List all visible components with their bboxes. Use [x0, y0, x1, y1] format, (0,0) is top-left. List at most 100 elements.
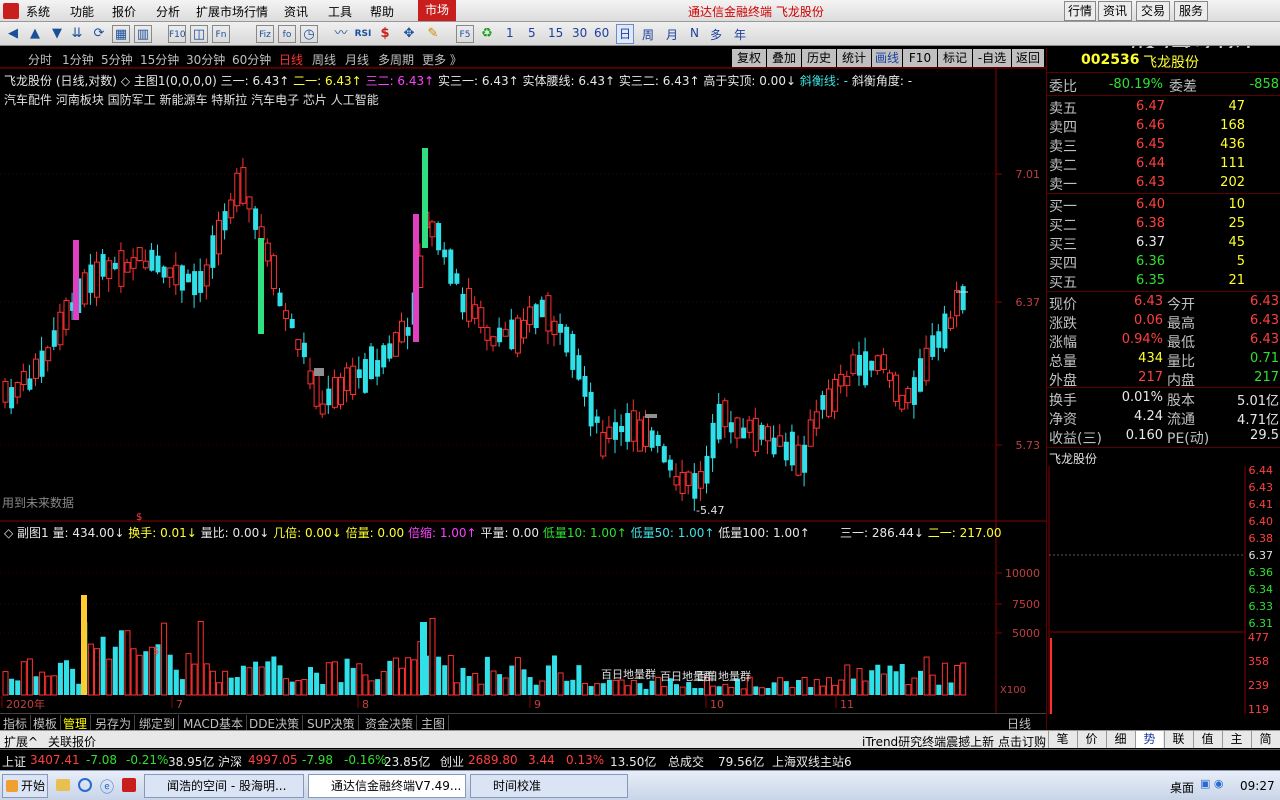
- down-arrow-icon[interactable]: ▼: [48, 25, 66, 43]
- menu-tools[interactable]: 工具: [328, 3, 352, 20]
- tab-5min[interactable]: 5分钟: [101, 51, 133, 68]
- menu-help[interactable]: 帮助: [370, 3, 394, 20]
- period-multi[interactable]: 多: [710, 26, 722, 43]
- candle-down: [613, 422, 618, 440]
- adjust-button[interactable]: 复权: [732, 49, 766, 67]
- period-30min[interactable]: 30: [572, 26, 587, 40]
- volume-bar: [674, 684, 679, 695]
- period-n[interactable]: N: [690, 26, 699, 40]
- period-60min[interactable]: 60: [594, 26, 609, 40]
- volume-bar: [57, 662, 63, 695]
- taskbar-item-tdx[interactable]: 通达信金融终端V7.49...: [308, 774, 466, 798]
- detail-tab[interactable]: 势: [1135, 731, 1163, 748]
- period-5min[interactable]: 5: [528, 26, 536, 40]
- fnc-icon[interactable]: Fn: [212, 25, 230, 43]
- tab-weekly[interactable]: 周线: [312, 51, 336, 68]
- detail-tab[interactable]: 值: [1193, 731, 1221, 748]
- fo-icon[interactable]: fo: [278, 25, 296, 43]
- period-year[interactable]: 年: [734, 26, 746, 43]
- wave-icon[interactable]: 〰: [332, 25, 350, 43]
- history-button[interactable]: 历史: [802, 49, 836, 67]
- tab-30min[interactable]: 30分钟: [186, 51, 225, 68]
- volume-bar: [564, 680, 570, 695]
- recycle-icon[interactable]: ♻: [478, 25, 496, 43]
- browser-icon[interactable]: [78, 778, 92, 792]
- period-15min[interactable]: 15: [548, 26, 563, 40]
- return-button[interactable]: 返回: [1012, 49, 1044, 67]
- volume-bar: [197, 620, 204, 696]
- rsi-icon[interactable]: RSI: [354, 25, 372, 43]
- candle-down: [375, 360, 381, 377]
- move-icon[interactable]: ✥: [400, 25, 418, 43]
- kline-icon[interactable]: ▥: [134, 25, 152, 43]
- grid-icon[interactable]: ▦: [112, 25, 130, 43]
- split-icon[interactable]: ◫: [190, 25, 208, 43]
- tab-1min[interactable]: 1分钟: [62, 51, 94, 68]
- period-1min[interactable]: 1: [506, 26, 514, 40]
- volume-bar: [15, 680, 21, 695]
- menu-system[interactable]: 系统: [26, 3, 50, 20]
- info-mode-button[interactable]: 资讯: [1098, 1, 1132, 21]
- volume-bar: [9, 678, 15, 695]
- menu-analysis[interactable]: 分析: [156, 3, 180, 20]
- book-price: 6.43: [1136, 175, 1165, 190]
- draw-button[interactable]: 画线: [872, 49, 902, 67]
- tab-daily[interactable]: 日线: [279, 51, 303, 68]
- kline-chart[interactable]: 百日地量群 百日地量群百日地量群 7.016.375.73100007500500…: [0, 68, 1046, 713]
- extend-button[interactable]: 扩展^: [4, 733, 38, 750]
- quote-mode-button[interactable]: 行情: [1064, 1, 1096, 21]
- detail-tab[interactable]: 简: [1251, 731, 1279, 748]
- period-month[interactable]: 月: [666, 26, 678, 43]
- up-arrow-icon[interactable]: ▲: [26, 25, 44, 43]
- menu-function[interactable]: 功能: [70, 3, 94, 20]
- news-ticker[interactable]: iTrend研究终端震撼上新 点击订购: [862, 733, 1046, 750]
- tab-60min[interactable]: 60分钟: [232, 51, 271, 68]
- folder-icon[interactable]: [56, 779, 70, 791]
- volume-bar: [466, 676, 472, 695]
- detail-tab[interactable]: 主: [1222, 731, 1250, 748]
- period-week[interactable]: 周: [642, 26, 654, 43]
- mark-button[interactable]: 标记: [938, 49, 972, 67]
- ie-icon[interactable]: ⓔ: [100, 777, 114, 797]
- tab-multi-period[interactable]: 多周期: [378, 51, 414, 68]
- tab-more[interactable]: 更多 》: [422, 51, 462, 68]
- menu-info[interactable]: 资讯: [284, 3, 308, 20]
- back-arrow-icon[interactable]: ◀: [4, 25, 22, 43]
- stats-button[interactable]: 统计: [837, 49, 871, 67]
- overlay-button[interactable]: 叠加: [767, 49, 801, 67]
- volume-bar: [436, 656, 442, 695]
- clock-icon[interactable]: ◷: [300, 25, 318, 43]
- book-label: 卖一: [1049, 177, 1077, 193]
- refresh-icon[interactable]: ⟳: [90, 25, 108, 43]
- volume-bar: [600, 683, 606, 695]
- related-quote-button[interactable]: 关联报价: [48, 733, 96, 750]
- candle-down: [771, 437, 777, 455]
- market-button[interactable]: 市场: [418, 0, 456, 21]
- index-value: 0.13%: [566, 753, 605, 767]
- tab-15min[interactable]: 15分钟: [140, 51, 179, 68]
- taskbar-item-browser[interactable]: 闻浩的空间 - 股海明...: [144, 774, 304, 798]
- tab-monthly[interactable]: 月线: [345, 51, 369, 68]
- menu-extended-market[interactable]: 扩展市场行情: [196, 3, 268, 20]
- mini-intraday-chart[interactable]: 6.44 6.43 6.41 6.40 6.38 6.37 6.36 6.34 6.33 6.31…: [1047, 466, 1280, 714]
- tab-intraday[interactable]: 分时: [28, 51, 52, 68]
- watchlist-button[interactable]: -自选: [973, 49, 1011, 67]
- detail-tab[interactable]: 细: [1106, 731, 1134, 748]
- pen-icon[interactable]: ✎: [424, 25, 442, 43]
- f10-button[interactable]: F10: [903, 49, 937, 67]
- detail-tab[interactable]: 联: [1164, 731, 1192, 748]
- period-day[interactable]: 日: [616, 24, 635, 44]
- menu-quote[interactable]: 报价: [112, 3, 136, 20]
- expand-icon[interactable]: ⇊: [68, 25, 86, 43]
- candle-up: [124, 261, 131, 273]
- candle-up: [636, 419, 643, 452]
- app-icon-2[interactable]: [122, 778, 136, 792]
- money-icon[interactable]: $: [376, 25, 394, 43]
- fiz-icon[interactable]: Fiz: [256, 25, 274, 43]
- desktop-button[interactable]: 桌面: [1170, 779, 1194, 796]
- f5-icon[interactable]: F5: [456, 25, 474, 43]
- taskbar-item-time-sync[interactable]: 时间校准: [470, 774, 628, 798]
- detail-tab[interactable]: 价: [1077, 731, 1105, 748]
- detail-tab[interactable]: 笔: [1048, 731, 1076, 748]
- f10-icon[interactable]: F10: [168, 25, 186, 43]
